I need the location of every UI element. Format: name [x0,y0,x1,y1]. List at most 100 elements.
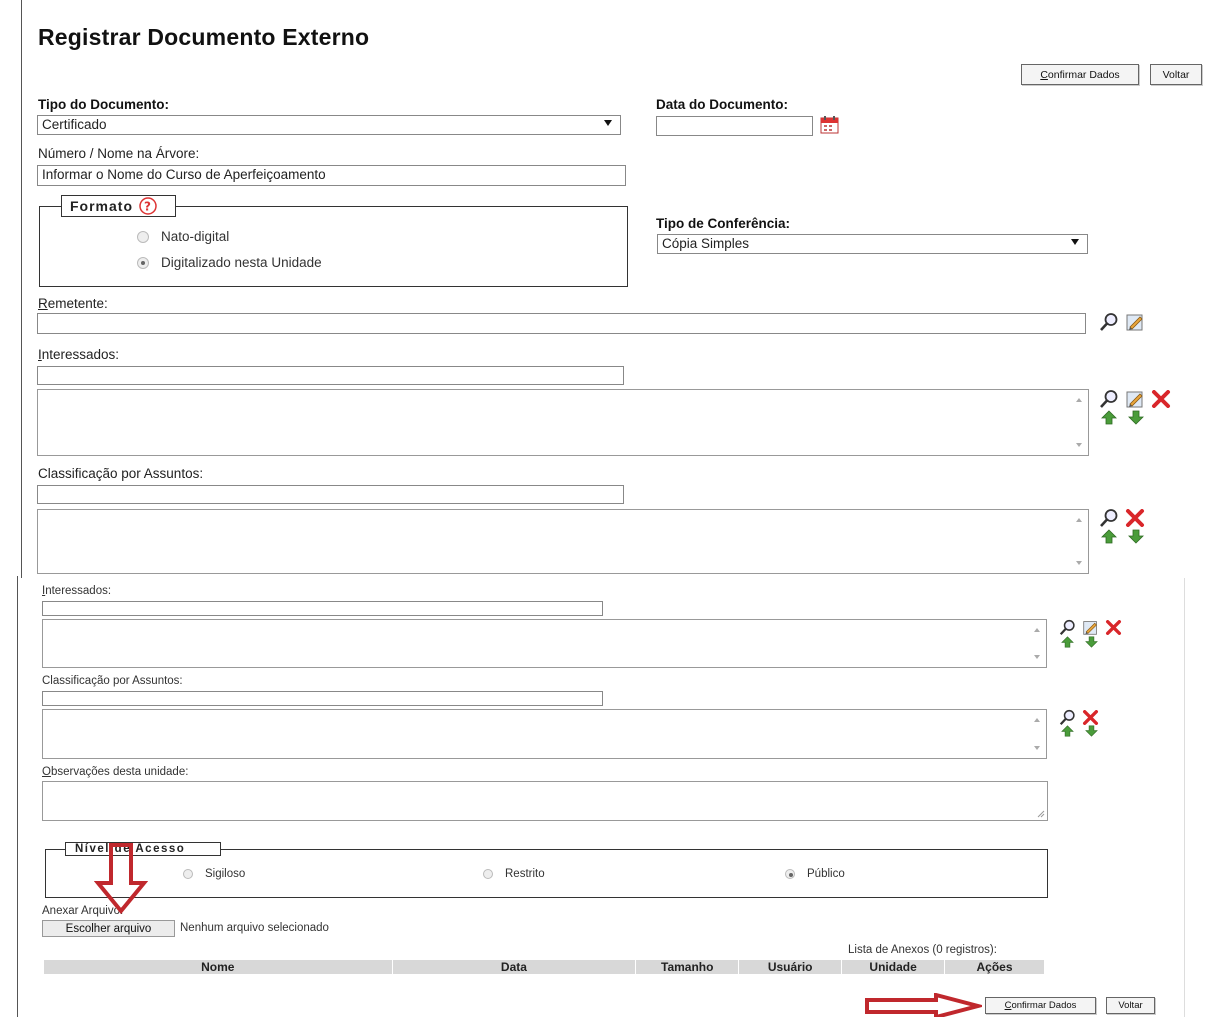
move-down-icon[interactable] [1128,410,1144,425]
search-icon[interactable] [1099,389,1119,409]
radio-button[interactable] [483,869,493,879]
search-icon[interactable] [1099,312,1119,332]
page-left-border [21,0,22,578]
scroll-up-icon[interactable] [1034,718,1040,722]
column-header-unidade[interactable]: Unidade [841,959,946,975]
radio-button-selected[interactable] [785,869,795,879]
remove-icon[interactable] [1105,620,1122,635]
classificacao-label: Classificação por Assuntos: [38,466,204,481]
formato-legend: Formato ? [61,195,176,217]
interessados-label-lower-text: nteressados: [45,585,112,597]
classificacao-listbox-lower[interactable] [42,709,1047,759]
choose-file-button[interactable]: Escolher arquivo [42,920,175,937]
back-button-bottom-label: Voltar [1118,1000,1143,1011]
remetente-input[interactable] [37,313,1086,334]
scroll-down-icon[interactable] [1034,746,1040,750]
svg-text:?: ? [144,200,152,214]
tipo-documento-label: Tipo do Documento: [38,97,169,112]
interessados-label-lower: Interessados: [42,585,112,597]
resize-handle-icon[interactable] [1036,809,1045,818]
interessados-label-text: nteressados: [41,347,120,362]
column-header-nome[interactable]: Nome [43,959,393,975]
move-down-icon[interactable] [1085,636,1098,648]
page-left-border-lower [17,576,18,1017]
scroll-down-icon[interactable] [1076,561,1082,565]
classificacao-input[interactable] [37,485,624,504]
tipo-documento-select[interactable]: Certificado [37,115,621,135]
back-button-label: Voltar [1162,68,1190,81]
move-down-icon[interactable] [1128,529,1144,544]
move-down-icon[interactable] [1085,725,1098,737]
help-icon[interactable]: ? [139,197,157,215]
scrollbar[interactable] [1029,620,1046,667]
column-header-tamanho[interactable]: Tamanho [635,959,740,975]
observacoes-textarea[interactable] [42,781,1048,821]
interessados-input-lower[interactable] [42,601,603,616]
numero-nome-input[interactable]: Informar o Nome do Curso de Aperfeiçoame… [37,165,626,186]
confirm-button-top[interactable]: Confirmar Dados [1021,64,1139,85]
edit-icon[interactable] [1125,312,1145,332]
dropdown-arrow-icon [604,120,612,126]
confirm-button-bottom[interactable]: Confirmar Dados [985,997,1096,1014]
edit-icon[interactable] [1125,389,1145,409]
tipo-conferencia-value: Cópia Simples [662,236,750,251]
radio-label: Nato-digital [161,229,230,244]
search-icon[interactable] [1059,709,1076,726]
lower-panel-right-border [1184,578,1185,1017]
nivel-acesso-option-restrito[interactable]: Restrito [483,868,545,880]
scroll-up-icon[interactable] [1034,628,1040,632]
annotation-arrow-down-icon [94,843,148,915]
move-up-icon[interactable] [1061,636,1074,648]
scrollbar[interactable] [1071,390,1088,455]
tipo-conferencia-label: Tipo de Conferência: [656,216,791,231]
page-title: Registrar Documento Externo [38,24,370,50]
scroll-down-icon[interactable] [1076,443,1082,447]
anexos-table: Nome Data Tamanho Usuário Unidade Ações [43,959,1045,975]
edit-icon[interactable] [1082,619,1099,636]
scroll-up-icon[interactable] [1076,518,1082,522]
nivel-acesso-option-sigiloso[interactable]: Sigiloso [183,868,245,880]
column-header-acoes: Ações [944,959,1045,975]
scroll-down-icon[interactable] [1034,655,1040,659]
tipo-documento-value: Certificado [42,117,107,132]
data-documento-input[interactable] [656,116,813,136]
classificacao-label-lower: Classificação por Assuntos: [42,675,183,687]
calendar-icon[interactable] [820,115,839,134]
formato-option-nato-digital[interactable]: Nato-digital [137,229,229,244]
radio-label: Restrito [505,868,545,880]
interessados-listbox-lower[interactable] [42,619,1047,668]
move-up-icon[interactable] [1061,725,1074,737]
nivel-acesso-option-publico[interactable]: Público [785,868,845,880]
remove-icon[interactable] [1125,509,1145,527]
tipo-conferencia-select[interactable]: Cópia Simples [657,234,1088,254]
file-status-text: Nenhum arquivo selecionado [180,922,329,934]
radio-label: Digitalizado nesta Unidade [161,255,322,270]
search-icon[interactable] [1099,508,1119,528]
move-up-icon[interactable] [1101,529,1117,544]
scrollbar[interactable] [1071,510,1088,573]
remove-icon[interactable] [1082,710,1099,725]
interessados-listbox[interactable] [37,389,1089,456]
data-documento-label: Data do Documento: [656,97,789,112]
radio-button-selected[interactable] [137,256,149,269]
interessados-input[interactable] [37,366,624,385]
move-up-icon[interactable] [1101,410,1117,425]
radio-button[interactable] [137,230,149,243]
formato-option-digitalizado[interactable]: Digitalizado nesta Unidade [137,255,322,270]
remove-icon[interactable] [1151,390,1171,408]
classificacao-listbox[interactable] [37,509,1089,574]
classificacao-input-lower[interactable] [42,691,603,706]
radio-button[interactable] [183,869,193,879]
interessados-label: Interessados: [38,347,120,362]
column-header-usuario[interactable]: Usuário [738,959,843,975]
radio-label: Sigiloso [205,868,246,880]
search-icon[interactable] [1059,619,1076,636]
back-button-top[interactable]: Voltar [1150,64,1202,85]
back-button-bottom[interactable]: Voltar [1106,997,1155,1014]
formato-legend-text: Formato [70,198,133,214]
confirm-button-bottom-label: onfirmar Dados [1011,1000,1077,1011]
scrollbar[interactable] [1029,710,1046,758]
scroll-up-icon[interactable] [1076,398,1082,402]
column-header-data[interactable]: Data [391,959,637,975]
dropdown-arrow-icon [1071,239,1079,245]
